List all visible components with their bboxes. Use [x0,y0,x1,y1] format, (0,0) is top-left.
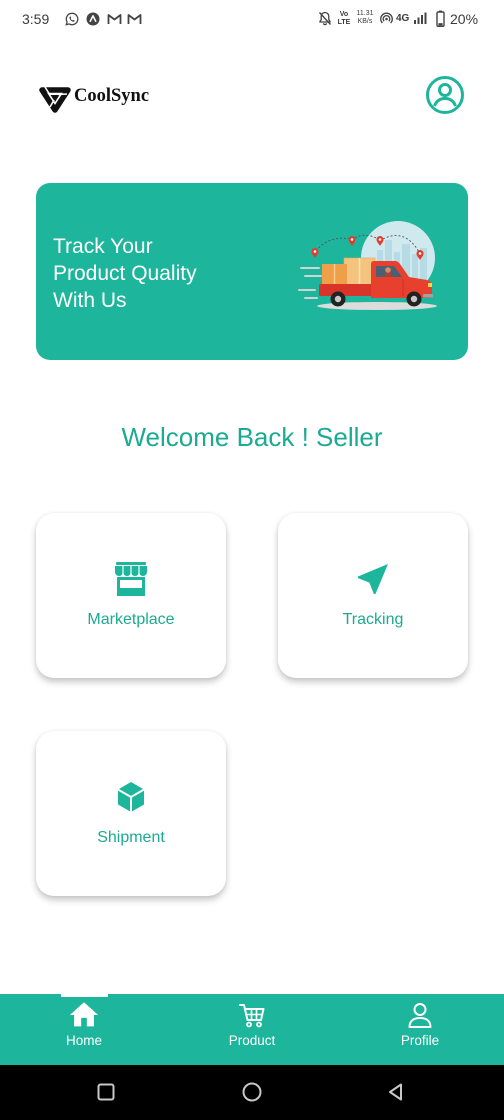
banner-line: Track Your [53,235,153,258]
battery-percent: 20% [450,11,479,27]
location-pin [311,248,319,258]
nav-item-profile[interactable]: Profile [336,994,504,1065]
card-label: Tracking [342,611,404,628]
profile-button[interactable] [425,75,465,115]
banner-line: Product Quality [53,262,197,285]
status-bar: 3:59 Vo LTE 11.31 KB/s 4G 20% [0,0,504,38]
welcome-message: Welcome Back ! Seller [121,422,383,452]
hotspot-icon [380,12,393,24]
shipment-card[interactable]: Shipment [36,731,226,896]
coolsync-logo [39,86,71,113]
volte-bottom-text: LTE [337,19,351,26]
banner-line: With Us [53,289,127,312]
network-speed: 11.31 KB/s [354,10,376,26]
card-label: Marketplace [87,611,175,628]
back-icon[interactable] [385,1081,407,1103]
system-navigation-bar [0,1065,504,1120]
bell-off-icon [318,11,332,26]
active-tab-indicator [61,994,108,997]
battery-icon [436,10,445,27]
promo-banner: Track Your Product Quality With Us [36,183,468,360]
nav-item-home[interactable]: Home [0,994,168,1065]
bottom-navigation: Home Product Profile [0,994,504,1065]
nav-label: Home [65,1033,102,1048]
home-icon [69,1002,99,1027]
cargo-boxes [322,257,376,286]
cube-icon [117,782,145,812]
clock: 3:59 [22,11,50,27]
nav-label: Profile [400,1033,440,1048]
recents-icon[interactable] [95,1081,117,1103]
card-label: Shipment [97,829,165,846]
account-circle-icon [426,76,464,114]
whatsapp-icon [65,12,79,26]
home-circle-icon[interactable] [241,1081,263,1103]
cart-icon [239,1004,265,1028]
location-pin [348,236,356,246]
speed-lines [298,267,322,299]
store-icon [115,562,147,596]
battery-fill [438,23,443,26]
app-notification-icon [86,12,100,26]
speed-unit: KB/s [357,18,373,25]
volte-indicator: Vo LTE [336,11,352,27]
banner-headline: Track Your Product Quality With Us [53,233,197,314]
tracking-card[interactable]: Tracking [278,513,468,678]
navigation-arrow-icon [358,564,388,594]
brand-name: CoolSync [74,86,150,106]
speed-value: 11.31 [356,10,374,17]
marketplace-card[interactable]: Marketplace [36,513,226,678]
gmail-icon [107,14,122,24]
nav-item-product[interactable]: Product [168,994,336,1065]
volte-top-text: Vo [339,11,349,18]
network-type: 4G [396,13,410,24]
gmail-icon [127,14,142,24]
person-icon [408,1003,432,1028]
signal-icon [414,12,427,24]
nav-label: Product [228,1033,276,1048]
delivery-truck-illustration [298,221,437,310]
